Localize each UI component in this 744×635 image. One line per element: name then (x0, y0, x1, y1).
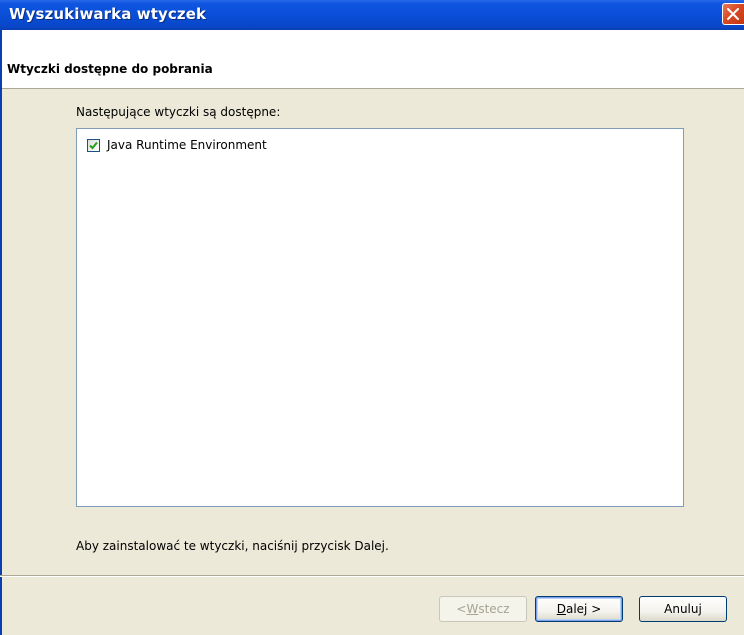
cancel-button[interactable]: Anuluj (639, 596, 727, 622)
checkmark-icon (89, 141, 98, 149)
plugin-checkbox[interactable] (87, 138, 100, 152)
footer-divider (0, 575, 744, 577)
plugin-finder-dialog: Wyszukiwarka wtyczek Wtyczki dostępne do… (0, 0, 744, 635)
window-border (0, 30, 2, 635)
back-mnemonic: W (466, 602, 479, 616)
list-item[interactable]: Java Runtime Environment (87, 137, 267, 153)
back-prefix: < (456, 602, 467, 616)
close-icon (727, 8, 739, 20)
back-label: stecz (478, 602, 510, 616)
header-title: Wtyczki dostępne do pobrania (7, 62, 213, 76)
back-button[interactable]: < Wstecz (439, 596, 527, 622)
close-button[interactable] (722, 3, 744, 25)
next-mnemonic: D (556, 602, 566, 616)
install-hint: Aby zainstalować te wtyczki, naciśnij pr… (76, 539, 389, 553)
cancel-label: Anuluj (664, 602, 702, 616)
plugins-list[interactable]: Java Runtime Environment (76, 128, 684, 507)
window-title: Wyszukiwarka wtyczek (9, 5, 207, 23)
next-button[interactable]: Dalej > (535, 596, 623, 622)
wizard-header: Wtyczki dostępne do pobrania (0, 30, 744, 89)
plugin-label: Java Runtime Environment (107, 138, 267, 152)
title-bar[interactable]: Wyszukiwarka wtyczek (0, 0, 744, 30)
plugins-intro-label: Następujące wtyczki są dostępne: (76, 105, 281, 119)
next-label: alej > (565, 602, 602, 616)
